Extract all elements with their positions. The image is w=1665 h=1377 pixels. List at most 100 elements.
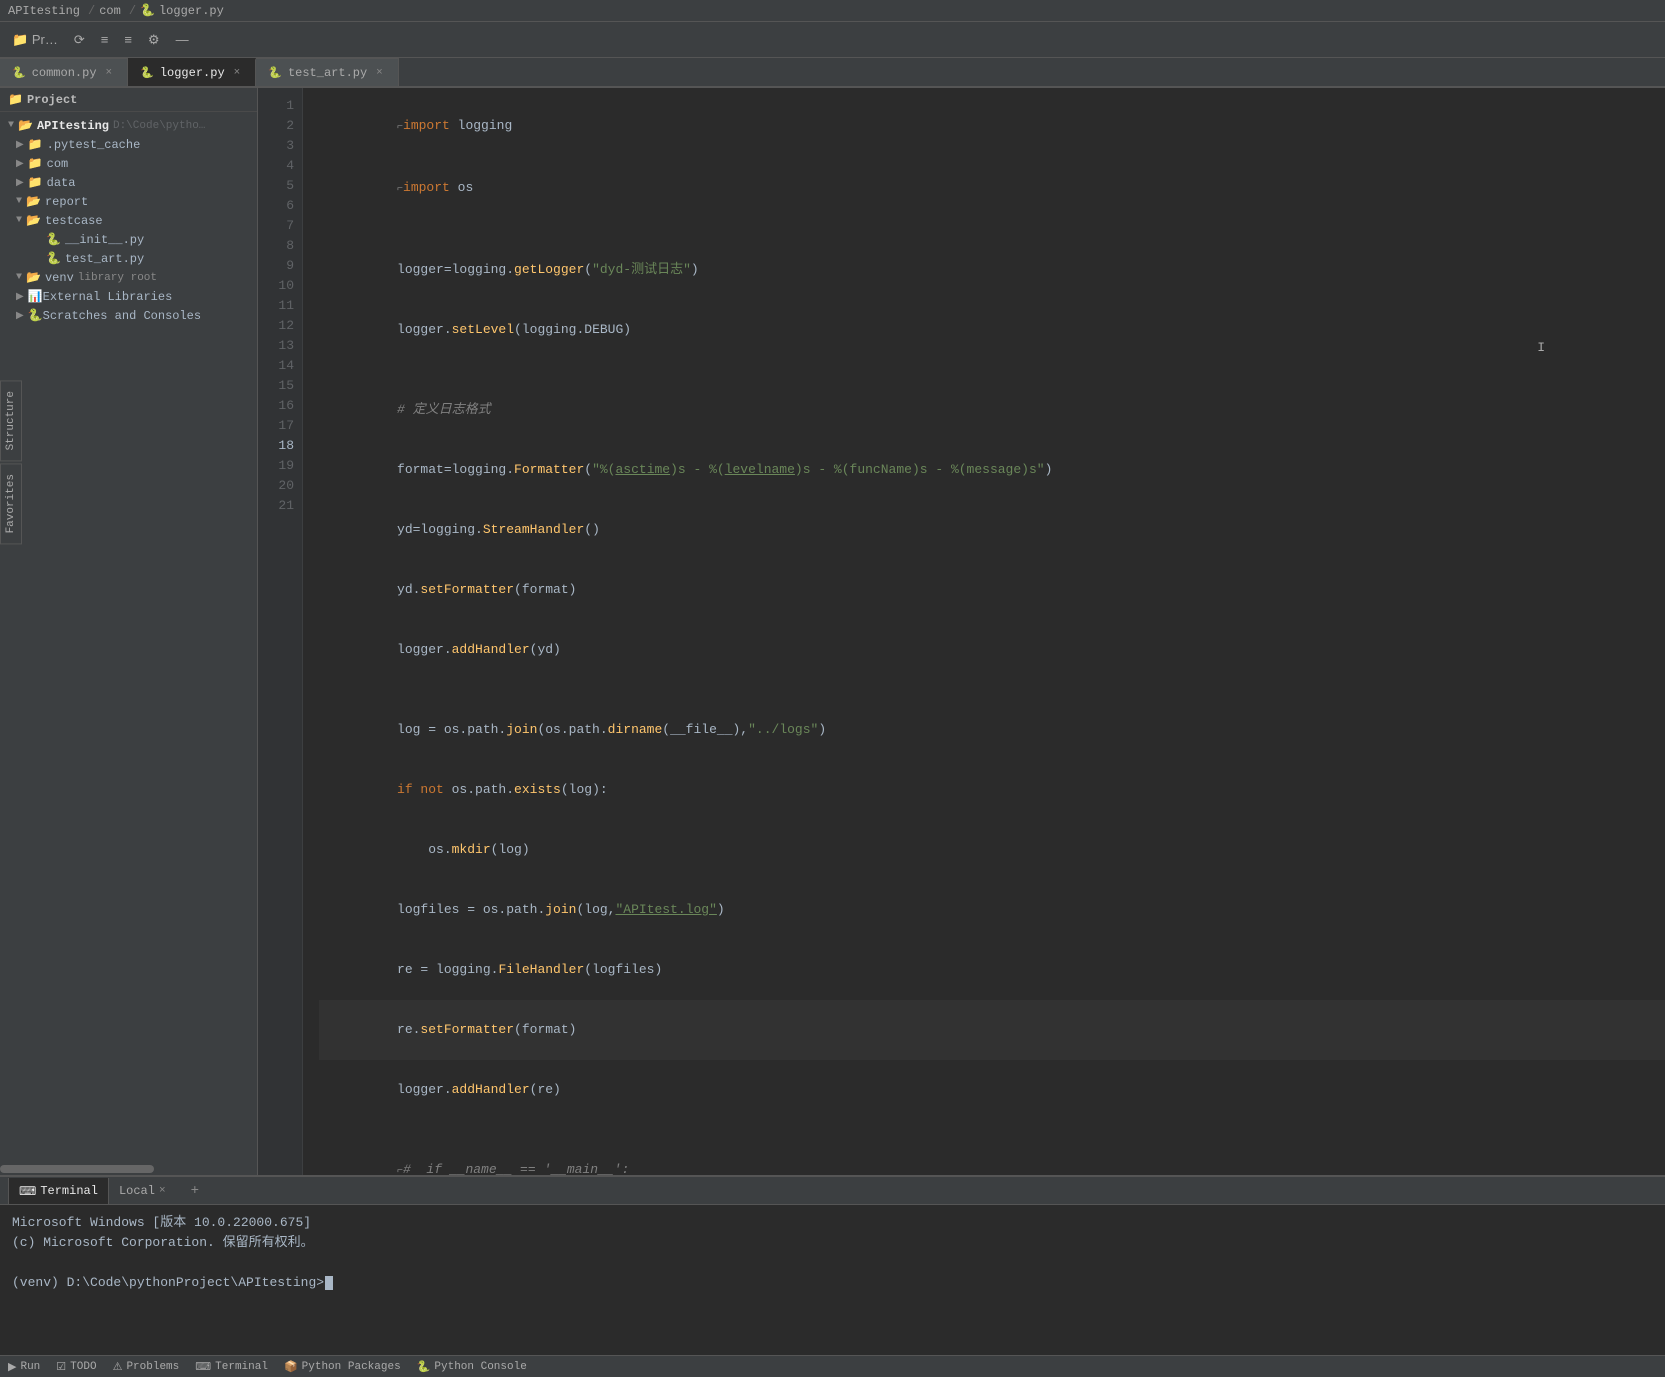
bottom-tab-local[interactable]: Local × <box>109 1178 177 1204</box>
tree-item-init[interactable]: 🐍 __init__.py <box>0 230 257 249</box>
title-folder: com <box>99 4 121 18</box>
line-num-19: 19 <box>258 456 302 476</box>
fn-setformatter-18: setFormatter <box>420 1022 514 1037</box>
tree-item-venv[interactable]: ▼ 📂 venv library root <box>0 268 257 287</box>
comment-21: # if __name__ == '__main__': <box>403 1162 629 1175</box>
sync-button[interactable]: ⟳ <box>68 28 91 52</box>
terminal-content[interactable]: Microsoft Windows [版本 10.0.22000.675] (c… <box>0 1205 1665 1355</box>
gear-icon: ⚙ <box>148 32 160 47</box>
problems-icon: ⚠ <box>113 1360 123 1374</box>
tree-label-testcase: testcase <box>45 214 103 228</box>
python-console-icon: 🐍 <box>417 1360 431 1374</box>
add-terminal-icon[interactable]: + <box>187 1183 203 1199</box>
project-icon: 📁 <box>12 32 28 47</box>
tree-item-report[interactable]: ▼ 📂 report <box>0 192 257 211</box>
align-left-button[interactable]: ≡ <box>95 28 115 51</box>
cn-log-13: log = os.path. <box>397 722 506 737</box>
editor-area: 1 2 3 4 5 6 7 8 9 10 11 12 13 14 15 16 1… <box>258 88 1665 1175</box>
project-header-icon: 📁 <box>8 92 23 107</box>
local-label: Local <box>119 1184 155 1198</box>
cn-logger-11: logger. <box>397 642 452 657</box>
structure-tab[interactable]: Structure <box>0 380 22 461</box>
code-line-2: ⌐import os <box>319 158 1665 220</box>
project-button[interactable]: 📁 Pr… <box>6 28 64 52</box>
tool-python-packages[interactable]: 📦 Python Packages <box>284 1360 401 1374</box>
minimize-button[interactable]: — <box>170 28 195 51</box>
tab-common-close[interactable]: × <box>103 66 116 80</box>
tree-label-venv: venv <box>45 271 74 285</box>
line-num-20: 20 <box>258 476 302 496</box>
tree-item-apitesting[interactable]: ▼ 📂 APItesting D:\Code\pytho… <box>0 116 257 135</box>
tree-item-external[interactable]: ▶ 📊 External Libraries <box>0 287 257 306</box>
line-num-11: 11 <box>258 296 302 316</box>
tab-logger[interactable]: 🐍 logger.py × <box>128 58 256 86</box>
cn-format-18: format <box>522 1022 569 1037</box>
packages-icon: 📦 <box>284 1360 298 1374</box>
code-line-21: ⌐# if __name__ == '__main__': <box>319 1140 1665 1175</box>
paren-open-4: ( <box>584 262 592 277</box>
cn-yd-10: yd. <box>397 582 420 597</box>
tree-item-testcase[interactable]: ▼ 📂 testcase <box>0 211 257 230</box>
code-line-13: log = os.path.join(os.path.dirname(__fil… <box>319 700 1665 760</box>
fn-getlogger: getLogger <box>514 262 584 277</box>
favorites-tab[interactable]: Favorites <box>0 463 22 544</box>
tree-item-test-art[interactable]: 🐍 test_art.py <box>0 249 257 268</box>
tree-item-data[interactable]: ▶ 📁 data <box>0 173 257 192</box>
code-line-9: yd=logging.StreamHandler() <box>319 500 1665 560</box>
tool-python-console[interactable]: 🐍 Python Console <box>417 1360 527 1374</box>
todo-label: TODO <box>70 1361 96 1373</box>
paren-15: (log) <box>491 842 530 857</box>
str-format-3: )s - %(funcName)s - %(message)s" <box>795 462 1045 477</box>
py-file-icon-init: 🐍 <box>46 232 61 247</box>
tab-common[interactable]: 🐍 common.py × <box>0 58 128 86</box>
bottom-tab-terminal[interactable]: ⌨ Terminal <box>8 1178 109 1204</box>
paren-16b: ) <box>717 902 725 917</box>
align-right-button[interactable]: ≡ <box>118 28 138 51</box>
tab-logger-label: logger.py <box>160 66 225 80</box>
tool-run[interactable]: ▶ Run <box>8 1360 40 1374</box>
tree-item-pytest-cache[interactable]: ▶ 📁 .pytest_cache <box>0 135 257 154</box>
tool-terminal[interactable]: ⌨ Terminal <box>195 1360 268 1374</box>
code-line-16: logfiles = os.path.join(log,"APItest.log… <box>319 880 1665 940</box>
folder-icon-data: 📁 <box>28 175 43 190</box>
cn-os-14: os.path. <box>452 782 514 797</box>
code-line-8: format=logging.Formatter("%(asctime)s - … <box>319 440 1665 500</box>
code-lines[interactable]: ⌐import logging ⌐import os logger=loggin… <box>303 88 1665 1175</box>
tab-test-art[interactable]: 🐍 test_art.py × <box>256 58 399 86</box>
settings-button[interactable]: ⚙ <box>142 28 166 52</box>
project-header-label: Project <box>27 93 77 107</box>
tool-todo[interactable]: ☑ TODO <box>56 1360 96 1374</box>
minus-icon: — <box>176 32 189 47</box>
bottom-tab-add[interactable]: + <box>177 1178 214 1204</box>
cn-debug: DEBUG <box>584 322 623 337</box>
project-header: 📁 Project <box>0 88 257 112</box>
tab-logger-icon: 🐍 <box>140 66 154 80</box>
paren-10: (format) <box>514 582 576 597</box>
terminal-line-1: Microsoft Windows [版本 10.0.22000.675] <box>12 1213 1653 1233</box>
fn-addhandler-11: addHandler <box>452 642 530 657</box>
line-num-12: 12 <box>258 316 302 336</box>
fn-setlevel: setLevel <box>452 322 514 337</box>
terminal-line-4: (venv) D:\Code\pythonProject\APItesting> <box>12 1273 1653 1293</box>
code-line-5: logger.setLevel(logging.DEBUG) <box>319 300 1665 360</box>
cn-re-18: re. <box>397 1022 420 1037</box>
tree-item-scratches[interactable]: ▶ 🐍 Scratches and Consoles <box>0 306 257 325</box>
expand-icon: ▼ <box>8 120 14 131</box>
local-close-btn[interactable]: × <box>159 1185 166 1197</box>
line-num-8: 8 <box>258 236 302 256</box>
tree-label-com: com <box>47 157 69 171</box>
tool-problems[interactable]: ⚠ Problems <box>113 1360 180 1374</box>
folder-icon-pytest: 📁 <box>28 137 43 152</box>
tab-logger-close[interactable]: × <box>231 66 244 80</box>
tab-test-art-label: test_art.py <box>288 66 367 80</box>
tree-item-com[interactable]: ▶ 📁 com <box>0 154 257 173</box>
line-num-6: 6 <box>258 196 302 216</box>
line-num-15: 15 <box>258 376 302 396</box>
sidebar-scrollbar[interactable] <box>0 1165 257 1173</box>
left-side-tabs: Structure Favorites <box>0 380 22 545</box>
fn-dirname: dirname <box>608 722 663 737</box>
tab-test-art-close[interactable]: × <box>373 66 386 80</box>
editor-scroll-area[interactable]: 1 2 3 4 5 6 7 8 9 10 11 12 13 14 15 16 1… <box>258 88 1665 1175</box>
folder-icon-testcase: 📂 <box>26 213 41 228</box>
str-format-2: )s - %( <box>670 462 725 477</box>
